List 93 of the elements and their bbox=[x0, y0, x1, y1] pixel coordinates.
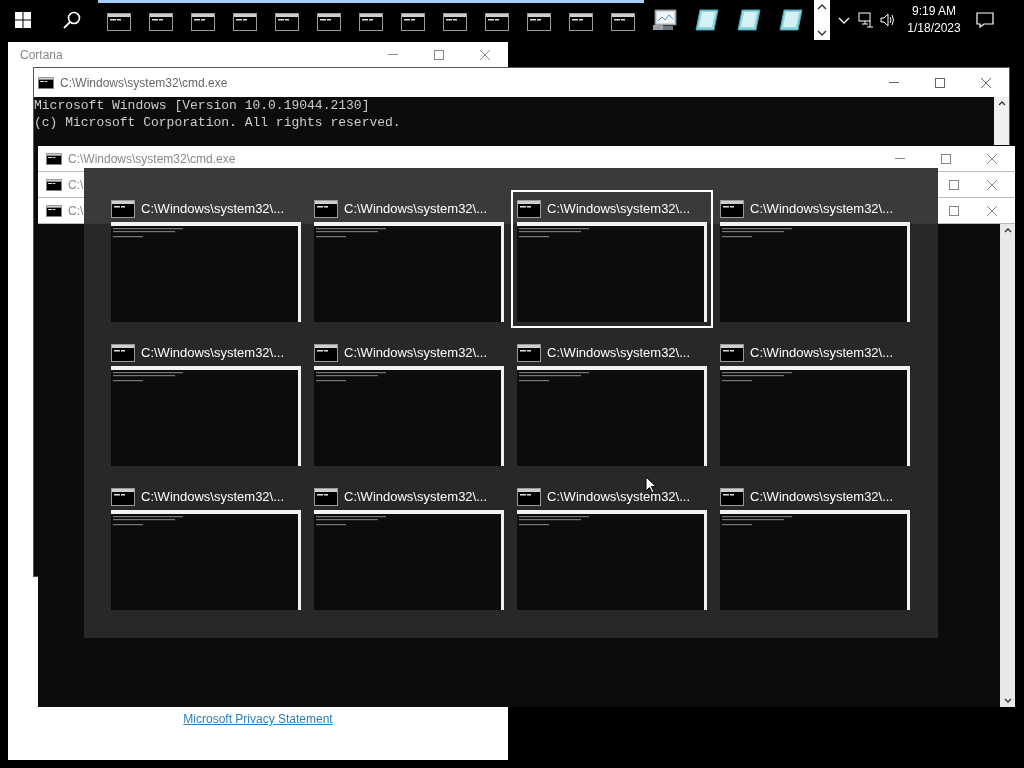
privacy-link[interactable]: Microsoft Privacy Statement bbox=[183, 710, 333, 726]
close-icon bbox=[987, 179, 997, 190]
window-title: C:\ bbox=[68, 176, 84, 194]
scroll-down-icon[interactable] bbox=[1003, 698, 1012, 703]
console-icon bbox=[233, 12, 257, 31]
clock-button[interactable]: 9:19 AM 1/18/2023 bbox=[902, 0, 966, 40]
monitor-icon bbox=[652, 9, 678, 31]
maximize-icon bbox=[949, 205, 959, 216]
scroll-down-icon[interactable] bbox=[817, 30, 827, 36]
switcher-item[interactable]: C:\Windows\system32\... bbox=[511, 478, 713, 616]
switcher-item-title: C:\Windows\system32\... bbox=[141, 200, 285, 219]
windows-logo-icon bbox=[15, 12, 31, 28]
chevron-down-icon[interactable] bbox=[838, 16, 850, 24]
console-icon bbox=[46, 204, 62, 217]
switcher-item[interactable]: C:\Windows\system32\... bbox=[511, 334, 713, 472]
scroll-up-icon[interactable] bbox=[817, 4, 827, 10]
switcher-item[interactable]: C:\Windows\system32\... bbox=[714, 478, 916, 616]
switcher-item[interactable]: C:\Windows\system32\... bbox=[308, 334, 510, 472]
window-title: C:\Windows\system32\cmd.exe bbox=[68, 150, 236, 168]
minimize-icon bbox=[889, 82, 899, 83]
console-icon bbox=[611, 12, 635, 31]
close-icon bbox=[987, 205, 997, 216]
scrollbar[interactable] bbox=[1000, 224, 1015, 707]
maximize-icon bbox=[941, 153, 951, 164]
switcher-item-title: C:\Windows\system32\... bbox=[547, 344, 691, 363]
tablet-icon bbox=[694, 8, 720, 32]
network-icon[interactable] bbox=[858, 12, 874, 28]
scrollbar[interactable] bbox=[994, 97, 1009, 145]
switcher-item-title: C:\Windows\system32\... bbox=[547, 488, 691, 507]
console-icon bbox=[111, 344, 135, 362]
console-icon bbox=[517, 344, 541, 362]
switcher-item[interactable]: C:\Windows\system32\... bbox=[105, 334, 307, 472]
console-icon bbox=[111, 488, 135, 506]
switcher-item-title: C:\Windows\system32\... bbox=[750, 488, 894, 507]
console-icon bbox=[359, 12, 383, 31]
switcher-item[interactable]: C:\Windows\system32\... bbox=[308, 190, 510, 328]
switcher-item[interactable]: C:\Windows\system32\... bbox=[105, 190, 307, 328]
console-icon bbox=[107, 12, 131, 31]
switcher-item[interactable]: C:\Windows\system32\... bbox=[308, 478, 510, 616]
switcher-item[interactable]: C:\Windows\system32\... bbox=[105, 478, 307, 616]
switcher-item-title: C:\Windows\system32\... bbox=[750, 344, 894, 363]
console-icon bbox=[191, 12, 215, 31]
notification-icon[interactable] bbox=[976, 12, 994, 28]
console-icon bbox=[46, 178, 62, 191]
switcher-item-title: C:\Windows\system32\... bbox=[344, 344, 488, 363]
switcher-item-title: C:\Windows\system32\... bbox=[141, 344, 285, 363]
console-line: Microsoft Windows [Version 10.0.19044.2130] bbox=[34, 97, 371, 114]
switcher-item-title: C:\Windows\system32\... bbox=[141, 488, 285, 507]
window-title: C:\Windows\system32\cmd.exe bbox=[60, 74, 228, 92]
console-icon bbox=[485, 12, 509, 31]
maximize-icon bbox=[935, 77, 945, 88]
minimize-icon bbox=[388, 54, 398, 55]
scroll-up-icon[interactable] bbox=[1003, 228, 1012, 233]
switcher-item-title: C:\Windows\system32\... bbox=[344, 200, 488, 219]
tablet-icon bbox=[736, 8, 762, 32]
console-line: (c) Microsoft Corporation. All rights reserved. bbox=[34, 114, 402, 131]
switcher-item[interactable]: C:\Windows\system32\... bbox=[714, 190, 916, 328]
console-icon bbox=[314, 200, 338, 218]
volume-icon[interactable] bbox=[880, 12, 896, 28]
console-icon bbox=[720, 488, 744, 506]
console-icon bbox=[720, 344, 744, 362]
console-icon bbox=[569, 12, 593, 31]
switcher-item[interactable]: C:\Windows\system32\... bbox=[511, 190, 713, 328]
close-icon bbox=[987, 153, 997, 164]
window-title: Cortana bbox=[20, 46, 63, 64]
console-icon bbox=[111, 200, 135, 218]
console-icon bbox=[720, 200, 744, 218]
console-icon bbox=[401, 12, 425, 31]
console-icon bbox=[527, 12, 551, 31]
console-icon bbox=[443, 12, 467, 31]
maximize-icon bbox=[434, 49, 444, 60]
switcher-item[interactable]: C:\Windows\system32\... bbox=[714, 334, 916, 472]
console-icon bbox=[317, 12, 341, 31]
console-icon bbox=[517, 200, 541, 218]
search-icon bbox=[63, 11, 81, 29]
switcher-item-title: C:\Windows\system32\... bbox=[547, 200, 691, 219]
close-icon bbox=[981, 77, 991, 88]
console-icon bbox=[275, 12, 299, 31]
console-icon bbox=[314, 344, 338, 362]
maximize-icon bbox=[949, 179, 959, 190]
console-icon bbox=[46, 152, 62, 165]
cursor-icon bbox=[645, 476, 657, 494]
tablet-icon bbox=[778, 8, 804, 32]
minimize-icon bbox=[895, 158, 905, 159]
console-icon bbox=[38, 76, 54, 89]
console-icon bbox=[517, 488, 541, 506]
console-icon bbox=[314, 488, 338, 506]
close-icon bbox=[480, 49, 490, 60]
window-title: C:\ bbox=[68, 202, 84, 220]
switcher-item-title: C:\Windows\system32\... bbox=[750, 200, 894, 219]
switcher-item-title: C:\Windows\system32\... bbox=[344, 488, 488, 507]
scroll-up-icon[interactable] bbox=[997, 101, 1006, 106]
console-icon bbox=[149, 12, 173, 31]
